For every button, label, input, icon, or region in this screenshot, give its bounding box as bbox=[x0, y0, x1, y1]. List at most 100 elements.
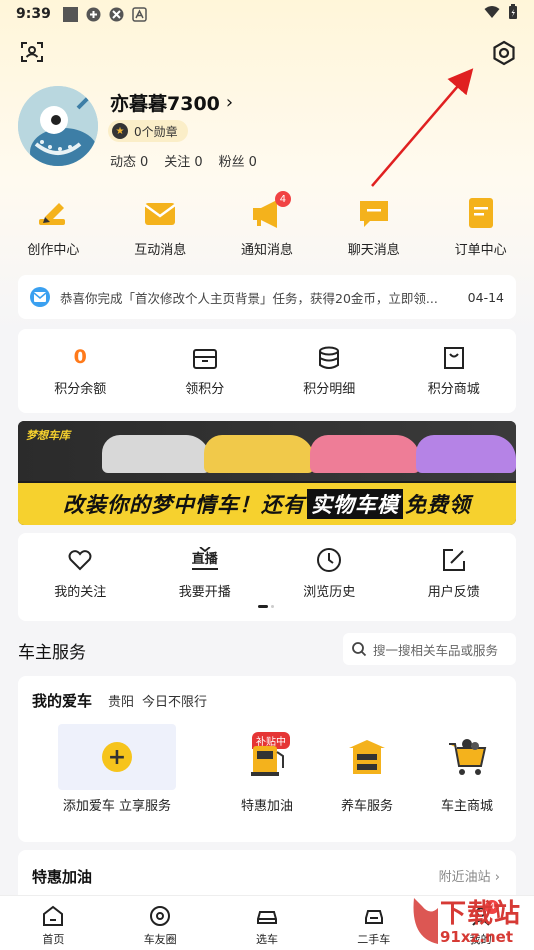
shopping-bag-icon bbox=[441, 346, 467, 370]
points-label: 积分明细 bbox=[303, 381, 356, 397]
coins-stack-icon bbox=[316, 346, 342, 370]
gift-box-icon bbox=[192, 346, 218, 370]
app-notification-icon bbox=[86, 7, 101, 22]
earn-points-button[interactable]: 领积分 bbox=[143, 329, 268, 413]
start-live-button[interactable]: 直播 我要开播 bbox=[143, 533, 268, 621]
status-time: 9:39 bbox=[16, 6, 51, 22]
creation-center-button[interactable]: 创作中心 bbox=[0, 195, 107, 265]
notice-text: 恭喜你完成「首次修改个人主页背景」任务，获得20金币，立即领... bbox=[60, 290, 438, 306]
home-icon bbox=[41, 904, 65, 928]
clock-icon bbox=[316, 547, 342, 573]
wifi-icon bbox=[484, 5, 500, 23]
notice-date: 04-14 bbox=[467, 289, 504, 305]
nav-choose-car[interactable]: 选车 bbox=[214, 896, 321, 950]
fuel-pump-icon[interactable] bbox=[245, 734, 289, 778]
service-label[interactable]: 车主商城 bbox=[402, 795, 532, 814]
tool-label: 浏览历史 bbox=[303, 585, 356, 600]
stat-following[interactable]: 关注 0 bbox=[164, 151, 202, 170]
medal-badge[interactable]: ★ 0个勋章 bbox=[108, 120, 188, 142]
my-car-title: 我的爱车 bbox=[32, 692, 93, 710]
tool-label: 我的关注 bbox=[54, 585, 107, 600]
browse-history-button[interactable]: 浏览历史 bbox=[267, 533, 392, 621]
plus-icon: + bbox=[102, 742, 132, 772]
my-follows-button[interactable]: 我的关注 bbox=[18, 533, 143, 621]
quick-action-label: 创作中心 bbox=[27, 243, 80, 258]
quick-action-label: 互动消息 bbox=[134, 243, 187, 258]
points-balance[interactable]: 0 积分余额 bbox=[18, 329, 143, 413]
car-icon bbox=[255, 904, 279, 928]
shopping-cart-icon[interactable] bbox=[445, 734, 489, 778]
points-label: 领积分 bbox=[185, 381, 225, 397]
tool-label: 用户反馈 bbox=[427, 585, 480, 600]
medal-icon: ★ bbox=[112, 123, 128, 139]
search-placeholder: 搜一搜相关车品或服务 bbox=[373, 642, 499, 658]
watermark-site: 91xz.net bbox=[440, 928, 514, 946]
traffic-restriction: 今日不限行 bbox=[142, 695, 208, 710]
points-card: 0 积分余额 领积分 积分明细 积分商城 bbox=[18, 329, 516, 413]
stat-posts[interactable]: 动态 0 bbox=[110, 151, 148, 170]
pencil-icon bbox=[35, 195, 71, 231]
promo-banner[interactable]: 梦想车库 改装你的梦中情车！还有 实物车模 免费领 bbox=[18, 421, 516, 525]
stat-value: 0 bbox=[194, 155, 203, 170]
live-tv-icon: 直播 bbox=[190, 547, 220, 573]
car-image bbox=[416, 435, 516, 473]
search-icon bbox=[351, 641, 367, 657]
stat-label: 关注 bbox=[164, 155, 191, 170]
chat-messages-button[interactable]: 聊天消息 bbox=[320, 195, 427, 265]
app-a-icon bbox=[132, 6, 147, 22]
stat-value: 0 bbox=[248, 155, 257, 170]
slogan-text: 改装你的梦中情车！还有 bbox=[63, 493, 305, 517]
envelope-icon bbox=[142, 195, 178, 231]
car-image bbox=[102, 435, 210, 473]
nearby-stations-link[interactable]: 附近油站 › bbox=[439, 866, 500, 885]
chat-icon bbox=[356, 195, 392, 231]
slogan-highlight: 实物车模 bbox=[307, 489, 403, 519]
stat-value: 0 bbox=[140, 155, 149, 170]
scan-icon[interactable] bbox=[20, 40, 44, 64]
medal-count: 0个勋章 bbox=[134, 124, 178, 139]
circle-icon bbox=[148, 904, 172, 928]
feedback-edit-icon bbox=[441, 547, 467, 573]
nav-label: 二手车 bbox=[357, 933, 391, 946]
car-image bbox=[204, 435, 314, 473]
service-search-input[interactable]: 搜一搜相关车品或服务 bbox=[343, 633, 516, 665]
points-label: 积分余额 bbox=[54, 381, 107, 397]
quick-action-label: 聊天消息 bbox=[347, 243, 400, 258]
page-indicator bbox=[258, 605, 274, 608]
quick-action-label: 通知消息 bbox=[240, 243, 293, 258]
car-lift-icon[interactable] bbox=[345, 734, 389, 778]
stat-followers[interactable]: 粉丝 0 bbox=[219, 151, 257, 170]
settings-gear-icon[interactable] bbox=[491, 40, 517, 66]
profile-stats: 动态 0 关注 0 粉丝 0 bbox=[110, 151, 257, 170]
points-label: 积分商城 bbox=[427, 381, 480, 397]
banner-slogan: 改装你的梦中情车！还有 实物车模 免费领 bbox=[18, 483, 516, 525]
nav-home[interactable]: 首页 bbox=[0, 896, 107, 950]
task-notice[interactable]: 恭喜你完成「首次修改个人主页背景」任务，获得20金币，立即领... 04-14 bbox=[18, 275, 516, 319]
avatar[interactable] bbox=[18, 86, 98, 166]
live-icon-text: 直播 bbox=[191, 552, 218, 570]
link-text: 附近油站 bbox=[438, 870, 491, 885]
points-balance-value: 0 bbox=[73, 345, 87, 368]
interaction-messages-button[interactable]: 互动消息 bbox=[107, 195, 214, 265]
order-center-button[interactable]: 订单中心 bbox=[427, 195, 534, 265]
stat-label: 粉丝 bbox=[218, 155, 245, 170]
order-icon bbox=[463, 195, 499, 231]
stat-label: 动态 bbox=[110, 155, 137, 170]
fuel-deals-title: 特惠加油 bbox=[32, 868, 93, 886]
tool-label: 我要开播 bbox=[178, 585, 231, 600]
chevron-right-icon: › bbox=[225, 92, 234, 113]
my-car-card: 我的爱车 贵阳 今日不限行 + 添加爱车 立享服务 补贴中 特惠加油 养车服务 … bbox=[18, 676, 516, 842]
notification-messages-button[interactable]: 4 通知消息 bbox=[214, 191, 321, 265]
add-car-button[interactable]: + bbox=[58, 724, 176, 790]
points-mall-button[interactable]: 积分商城 bbox=[392, 329, 517, 413]
app-square-icon bbox=[62, 6, 78, 22]
city[interactable]: 贵阳 bbox=[108, 691, 134, 710]
nav-label: 首页 bbox=[42, 933, 65, 946]
owner-services-title: 车主服务 bbox=[18, 643, 86, 663]
add-car-label[interactable]: 添加爱车 立享服务 bbox=[52, 795, 182, 814]
username[interactable]: 亦暮暮7300 › bbox=[110, 89, 233, 116]
points-detail-button[interactable]: 积分明细 bbox=[267, 329, 392, 413]
nav-car-friends[interactable]: 车友圈 bbox=[107, 896, 214, 950]
user-feedback-button[interactable]: 用户反馈 bbox=[392, 533, 517, 621]
page-dot-active bbox=[258, 605, 268, 608]
